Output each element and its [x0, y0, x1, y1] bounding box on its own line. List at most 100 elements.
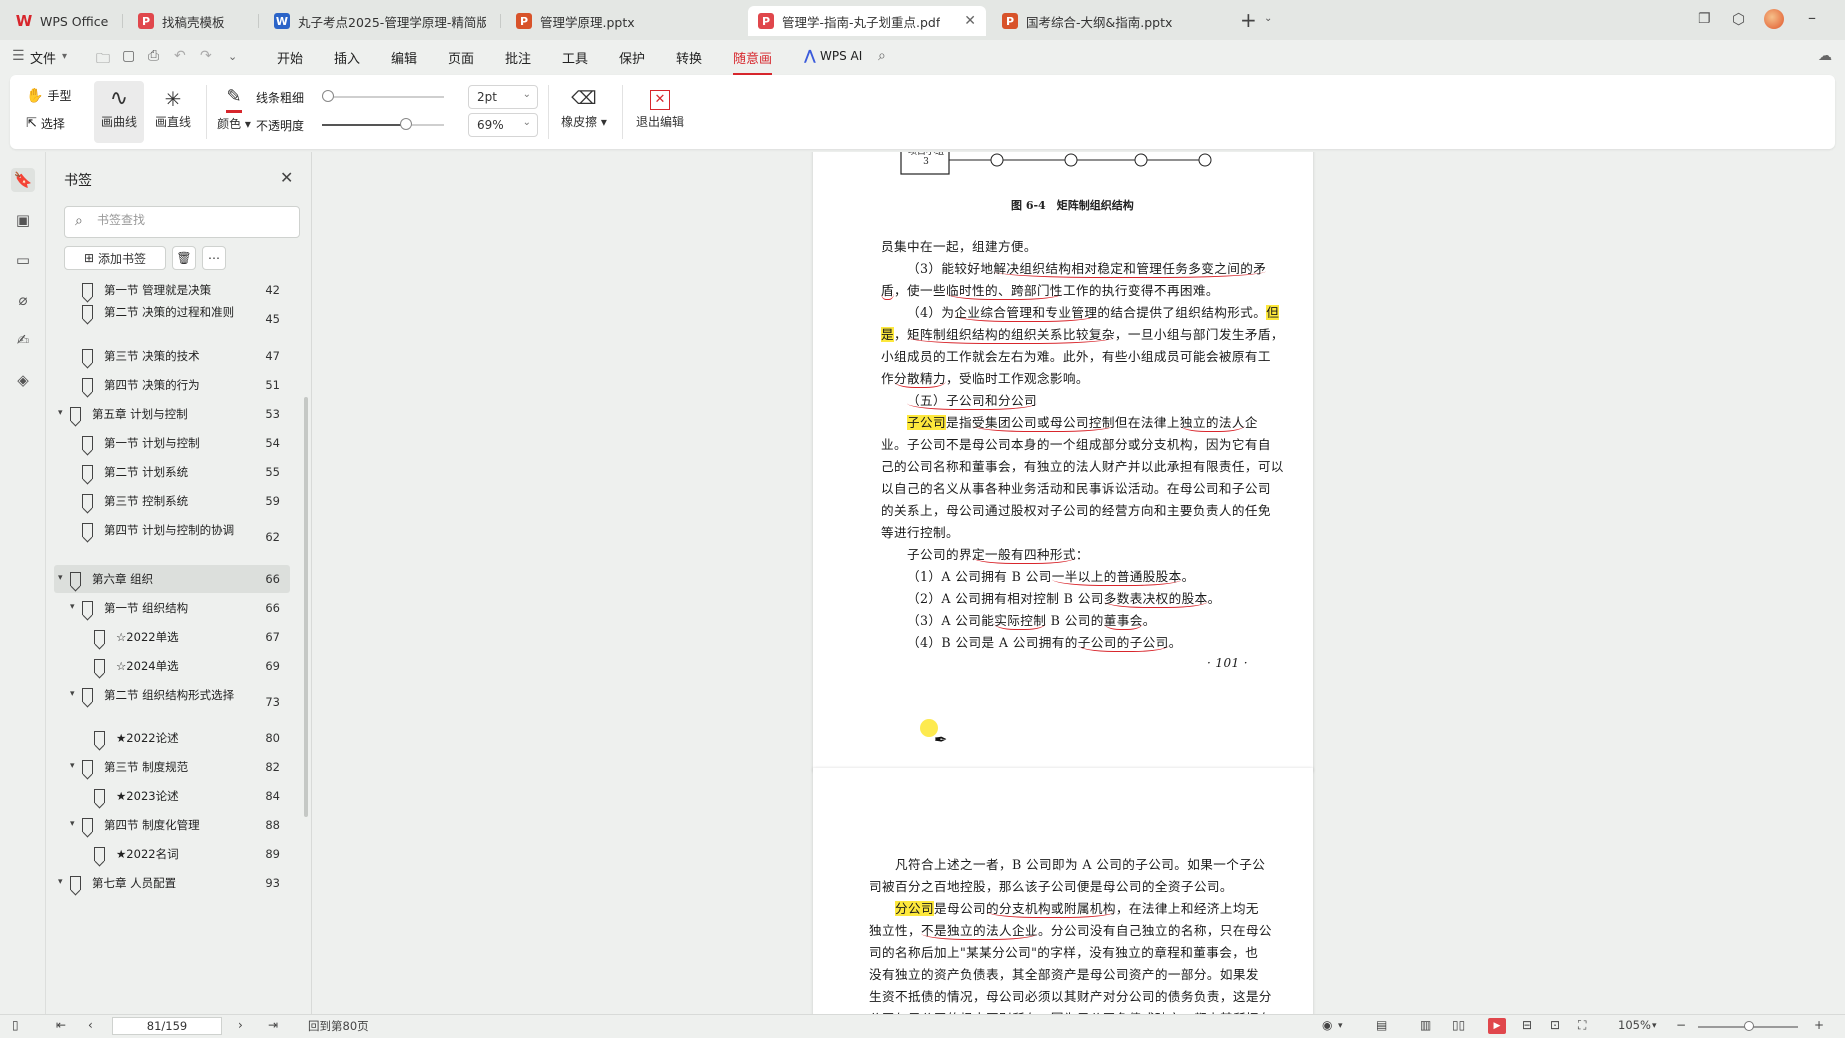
line-width-slider-track[interactable]	[322, 96, 444, 98]
plus-icon[interactable]: +	[1240, 8, 1257, 32]
bookmark-scrollbar[interactable]	[304, 397, 308, 817]
line-width-slider-handle[interactable]	[322, 90, 335, 102]
line-width-select[interactable]: 2pt ⌄	[468, 85, 538, 109]
menu-edit[interactable]: 编辑	[391, 48, 417, 67]
bookmark-item[interactable]: ▾ 第六章 组织 66	[54, 565, 290, 593]
expand-arrow-icon[interactable]: ▾	[70, 689, 75, 699]
fit-width-icon[interactable]: ⊟	[1522, 1018, 1532, 1032]
chevron-down-icon[interactable]: ▾	[1652, 1021, 1657, 1031]
delete-bookmark-button[interactable]: 🗑	[172, 246, 196, 270]
bookmark-item[interactable]: ☆2024单选 69	[54, 652, 290, 680]
menu-protect[interactable]: 保护	[619, 48, 645, 67]
tab-ppt-principles[interactable]: P 管理学原理.pptx	[506, 6, 742, 36]
bookmark-item[interactable]: ★2022论述 80	[54, 724, 290, 752]
play-icon[interactable]: ▶	[1488, 1018, 1506, 1034]
zoom-in-icon[interactable]: +	[1814, 1018, 1824, 1032]
menu-annotate[interactable]: 批注	[505, 48, 531, 67]
chevron-down-icon[interactable]: ⌄	[1264, 13, 1272, 24]
bookmark-item[interactable]: ★2023论述 84	[54, 782, 290, 810]
bookmark-item[interactable]: 第二节 计划系统 55	[54, 458, 290, 486]
bookmark-item[interactable]: ▾ 第三节 制度规范 82	[54, 753, 290, 781]
first-page-icon[interactable]: ⇤	[56, 1018, 66, 1032]
chevron-down-icon[interactable]: ▾	[62, 51, 67, 62]
eraser-button[interactable]: ⌫ 橡皮擦 ▾	[556, 85, 612, 130]
fit-page-icon[interactable]: ⊡	[1550, 1018, 1560, 1032]
double-page-view-icon[interactable]: ▯▯	[1452, 1018, 1465, 1032]
bookmark-item[interactable]: ▾ 第一节 组织结构 66	[54, 594, 290, 622]
comment-icon[interactable]: ▭	[11, 248, 35, 272]
tab-ppt-outline[interactable]: P 国考综合-大纲&指南.pptx	[992, 6, 1232, 36]
signature-icon[interactable]: ✍	[11, 328, 35, 352]
color-picker-button[interactable]: ✎ 颜色 ▾	[214, 85, 254, 132]
menu-file[interactable]: 文件	[30, 48, 56, 67]
bookmark-item[interactable]: 第三节 控制系统 59	[54, 487, 290, 515]
draw-curve-button[interactable]: ∿ 画曲线	[94, 81, 144, 143]
expand-arrow-icon[interactable]: ▾	[58, 877, 63, 887]
save-icon[interactable]: ▢	[122, 48, 135, 64]
page-number-input[interactable]	[112, 1017, 222, 1035]
expand-arrow-icon[interactable]: ▾	[70, 819, 75, 829]
cube-icon[interactable]: ⬡	[1732, 10, 1745, 28]
hand-tool-button[interactable]: ✋ 手型	[26, 87, 71, 104]
chevron-down-icon[interactable]: ▾	[1338, 1021, 1343, 1031]
menu-convert[interactable]: 转换	[676, 48, 702, 67]
single-page-view-icon[interactable]: ▤	[1376, 1018, 1387, 1032]
bookmark-item[interactable]: ▾ 第二节 组织结构形式选择 73	[54, 681, 290, 723]
zoom-slider-handle[interactable]	[1744, 1021, 1754, 1031]
expand-arrow-icon[interactable]: ▾	[70, 761, 75, 771]
next-page-icon[interactable]: ›	[238, 1018, 243, 1032]
eye-icon[interactable]: ◉	[1322, 1018, 1332, 1032]
tab-template[interactable]: P 找稿壳模板	[128, 6, 254, 36]
avatar[interactable]	[1764, 9, 1784, 29]
bookmark-item[interactable]: ☆2022单选 67	[54, 623, 290, 651]
expand-arrow-icon[interactable]: ▾	[70, 602, 75, 612]
close-icon[interactable]: ✕	[280, 168, 293, 187]
menu-tools[interactable]: 工具	[562, 48, 588, 67]
expand-arrow-icon[interactable]: ▾	[58, 573, 63, 583]
thumbnail-icon[interactable]: ▣	[11, 208, 35, 232]
search-icon[interactable]: ⌕	[878, 48, 886, 64]
close-icon[interactable]: ✕	[954, 13, 976, 29]
menu-start[interactable]: 开始	[277, 48, 303, 67]
tab-word-doc[interactable]: W 丸子考点2025-管理学原理-精简版指南	[264, 6, 496, 36]
menu-freehand[interactable]: 随意画	[733, 48, 773, 75]
zoom-level[interactable]: 105%	[1618, 1018, 1651, 1032]
bookmark-panel-icon[interactable]: 🔖	[11, 168, 35, 192]
tab-active-pdf[interactable]: P 管理学-指南-丸子划重点.pdf ✕	[748, 6, 986, 36]
bookmark-item[interactable]: 第二节 决策的过程和准则 45	[54, 298, 290, 340]
redo-icon[interactable]: ↷	[200, 48, 212, 64]
menu-insert[interactable]: 插入	[334, 48, 360, 67]
bookmark-item[interactable]: 第四节 决策的行为 51	[54, 371, 290, 399]
last-page-icon[interactable]: ⇥	[268, 1018, 278, 1032]
bookmark-item[interactable]: ▾ 第五章 计划与控制 53	[54, 400, 290, 428]
bookmark-item[interactable]: 第四节 计划与控制的协调 62	[54, 516, 290, 558]
menu-page[interactable]: 页面	[448, 48, 474, 67]
print-icon[interactable]: ⎙	[148, 48, 159, 64]
expand-arrow-icon[interactable]: ▾	[58, 408, 63, 418]
opacity-slider-handle[interactable]	[400, 118, 413, 130]
layers-icon[interactable]: ◈	[11, 368, 35, 392]
chevron-down-icon[interactable]: ⌄	[228, 50, 237, 63]
bookmark-item[interactable]: ▾ 第四节 制度化管理 88	[54, 811, 290, 839]
cloud-icon[interactable]: ☁	[1818, 48, 1832, 64]
zoom-out-icon[interactable]: −	[1676, 1018, 1686, 1032]
exit-edit-button[interactable]: ✕ 退出编辑	[630, 85, 690, 130]
more-options-button[interactable]: ⋯	[202, 246, 226, 270]
continuous-view-icon[interactable]: ▥	[1420, 1018, 1431, 1032]
tab-wps-office[interactable]: W WPS Office	[6, 6, 118, 36]
add-bookmark-button[interactable]: ⊞ 添加书签	[64, 246, 166, 270]
draw-line-button[interactable]: ✳ 画直线	[148, 85, 198, 130]
folder-icon[interactable]: 🗀	[96, 48, 110, 72]
hamburger-icon[interactable]: ☰	[12, 48, 25, 64]
undo-icon[interactable]: ↶	[174, 48, 186, 64]
opacity-select[interactable]: 69% ⌄	[468, 113, 538, 137]
bookmark-search-input[interactable]	[97, 213, 287, 227]
minimize-icon[interactable]: –	[1808, 8, 1816, 27]
bookmark-item[interactable]: ▾ 第七章 人员配置 93	[54, 869, 290, 897]
toggle-sidebar-icon[interactable]: ▯	[12, 1018, 19, 1032]
back-to-page-link[interactable]: 回到第80页	[308, 1018, 369, 1034]
bookmark-item[interactable]: ★2022名词 89	[54, 840, 290, 868]
bookmark-item[interactable]: 第三节 决策的技术 47	[54, 342, 290, 370]
attachment-icon[interactable]: ⌀	[11, 288, 35, 312]
prev-page-icon[interactable]: ‹	[88, 1018, 93, 1032]
